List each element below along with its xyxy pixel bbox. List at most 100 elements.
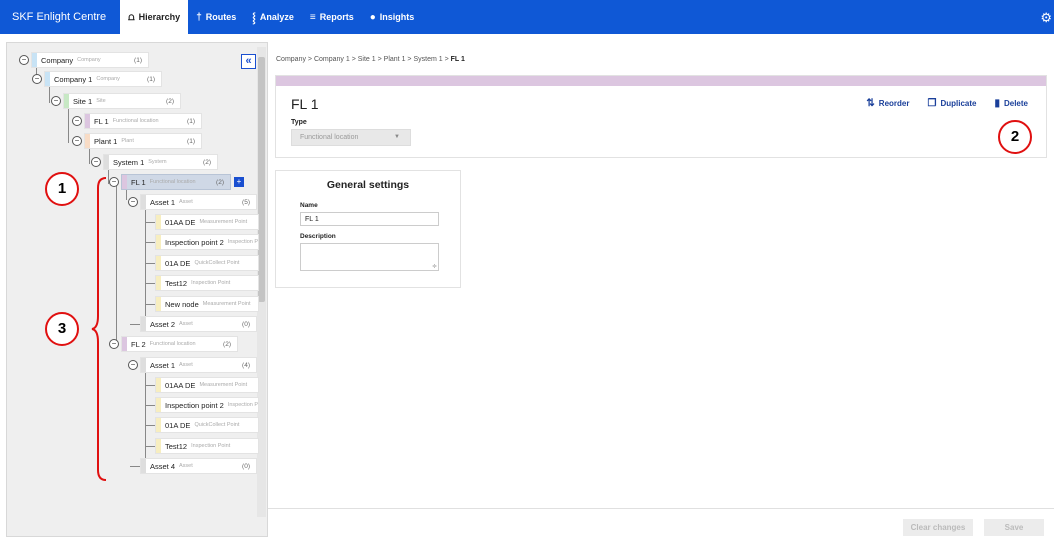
tree-node[interactable]: 01A DE QuickCollect Point: [155, 417, 259, 433]
type-select: Functional location ▼: [291, 129, 411, 146]
tree-node[interactable]: FL 1 Functional location (1): [84, 113, 202, 129]
reorder-label: Reorder: [878, 99, 910, 108]
delete-icon: ▮: [994, 98, 1000, 109]
tree-node-type: System: [148, 159, 167, 165]
tree-node-type: Inspection Point: [227, 402, 259, 408]
tree-node-count: (1): [134, 56, 142, 64]
tree-node[interactable]: 01A DE QuickCollect Point: [155, 255, 259, 271]
tree-node-name: Asset 2: [150, 319, 176, 329]
tree-node[interactable]: Asset 1 Asset (5): [140, 194, 257, 210]
nav-hierarchy[interactable]: ⩍ Hierarchy: [120, 0, 189, 34]
tree-node-type: Company: [96, 76, 120, 82]
tree-node-name: Asset 1: [150, 360, 176, 370]
add-child-button[interactable]: +: [234, 177, 244, 187]
nav-reports-label: Reports: [319, 12, 354, 22]
app-brand[interactable]: SKF Enlight Centre: [12, 11, 106, 23]
clear-changes-button[interactable]: Clear changes: [903, 519, 973, 536]
tree-node-count: (2): [203, 158, 211, 166]
collapse-toggle-icon[interactable]: −: [91, 157, 101, 167]
tree-node-type: QuickCollect Point: [194, 260, 240, 266]
breadcrumb-item[interactable]: System 1: [413, 56, 442, 63]
name-field[interactable]: FL 1: [300, 212, 439, 226]
tree-node-name: FL 1: [131, 177, 146, 187]
tree-node-name: Plant 1: [94, 136, 118, 146]
tree-node-type: Measurement Point: [199, 382, 248, 388]
collapse-toggle-icon[interactable]: −: [72, 116, 82, 126]
collapse-panel-button[interactable]: «: [241, 54, 256, 69]
nav-analyze-label: Analyze: [259, 12, 294, 22]
reorder-button[interactable]: ⇅ Reorder: [866, 98, 909, 109]
breadcrumb-item[interactable]: Company: [276, 56, 306, 63]
nav-analyze[interactable]: ⸾ Analyze: [244, 0, 302, 34]
tree-node-name: Company 1: [54, 74, 93, 84]
node-type-color-bar: [156, 235, 161, 249]
tree-node[interactable]: Asset 2 Asset (0): [140, 316, 257, 332]
nav-insights[interactable]: ● Insights: [362, 0, 423, 34]
node-type-color-bar: [85, 114, 90, 128]
tree-node[interactable]: Company Company (1): [31, 52, 149, 68]
tree-node-type: Inspection Point: [191, 280, 231, 286]
tree-node[interactable]: FL 1 Functional location (2): [121, 174, 231, 190]
tree-node[interactable]: Plant 1 Plant (1): [84, 133, 202, 149]
resize-grip-icon[interactable]: ≑: [432, 263, 437, 270]
breadcrumb-item[interactable]: Plant 1: [384, 56, 406, 63]
callout-2: 2: [998, 120, 1032, 154]
node-type-color-bar: [45, 72, 50, 86]
tree-node[interactable]: 01AA DE Measurement Point: [155, 377, 259, 393]
tree-node-type: Measurement Point: [199, 219, 248, 225]
tree-connector: [145, 263, 155, 264]
tree-node-name: Test12: [165, 441, 188, 451]
node-type-color-bar: [156, 439, 161, 453]
node-type-color-bar: [141, 317, 146, 331]
tree-node-name: System 1: [113, 157, 145, 167]
delete-label: Delete: [1003, 99, 1028, 108]
tree-node[interactable]: Asset 1 Asset (4): [140, 357, 257, 373]
insights-icon: ●: [369, 11, 376, 23]
delete-button[interactable]: ▮ Delete: [994, 98, 1028, 109]
node-type-strip: [276, 76, 1046, 86]
collapse-toggle-icon[interactable]: −: [128, 197, 138, 207]
tree-node[interactable]: Inspection point 2Inspection Point: [155, 397, 259, 413]
tree-node-type: Inspection Point: [191, 443, 231, 449]
node-type-color-bar: [156, 378, 161, 392]
node-type-color-bar: [156, 256, 161, 270]
tree-node[interactable]: Asset 4 Asset (0): [140, 458, 257, 474]
tree-connector: [145, 367, 146, 468]
tree-node-type: Asset: [179, 321, 193, 327]
tree-node[interactable]: Test12 Inspection Point: [155, 438, 259, 454]
collapse-toggle-icon[interactable]: −: [109, 177, 119, 187]
tree-node[interactable]: 01AA DE Measurement Point: [155, 214, 259, 230]
collapse-toggle-icon[interactable]: −: [32, 74, 42, 84]
gear-icon[interactable]: ⚙: [1040, 10, 1052, 26]
tree-node-name: Company: [41, 55, 74, 65]
tree-node[interactable]: Inspection point 2Inspection Point: [155, 234, 259, 250]
tree-node-name: New node: [165, 299, 199, 309]
description-field[interactable]: ≑: [300, 243, 439, 271]
node-actions: ⇅ Reorder ❐ Duplicate ▮ Delete: [866, 98, 1028, 109]
tree-node[interactable]: Site 1 Site (2): [63, 93, 181, 109]
page-title: FL 1: [291, 96, 319, 112]
chevron-down-icon: ▼: [394, 134, 400, 140]
collapse-toggle-icon[interactable]: −: [51, 96, 61, 106]
tree-node-type: Company: [77, 57, 101, 63]
nav-reports[interactable]: ≡ Reports: [302, 0, 362, 34]
tree-node[interactable]: System 1 System (2): [103, 154, 218, 170]
tree-node[interactable]: Test12 Inspection Point: [155, 275, 259, 291]
save-button[interactable]: Save: [984, 519, 1044, 536]
collapse-toggle-icon[interactable]: −: [19, 55, 29, 65]
tree-node[interactable]: Company 1 Company (1): [44, 71, 162, 87]
scroll-thumb[interactable]: [258, 57, 265, 302]
breadcrumb-item[interactable]: Site 1: [358, 56, 376, 63]
collapse-toggle-icon[interactable]: −: [72, 136, 82, 146]
collapse-toggle-icon[interactable]: −: [109, 339, 119, 349]
node-type-color-bar: [141, 358, 146, 372]
node-type-color-bar: [156, 398, 161, 412]
breadcrumb-item[interactable]: Company 1: [314, 56, 350, 63]
tree-node[interactable]: FL 2 Functional location (2): [121, 336, 238, 352]
nav-routes[interactable]: † Routes: [188, 0, 244, 34]
tree-node[interactable]: New node Measurement Point: [155, 296, 259, 312]
duplicate-button[interactable]: ❐ Duplicate: [927, 98, 976, 109]
settings-title: General settings: [326, 179, 410, 191]
collapse-toggle-icon[interactable]: −: [128, 360, 138, 370]
tree-node-name: Inspection point 2: [165, 237, 224, 247]
